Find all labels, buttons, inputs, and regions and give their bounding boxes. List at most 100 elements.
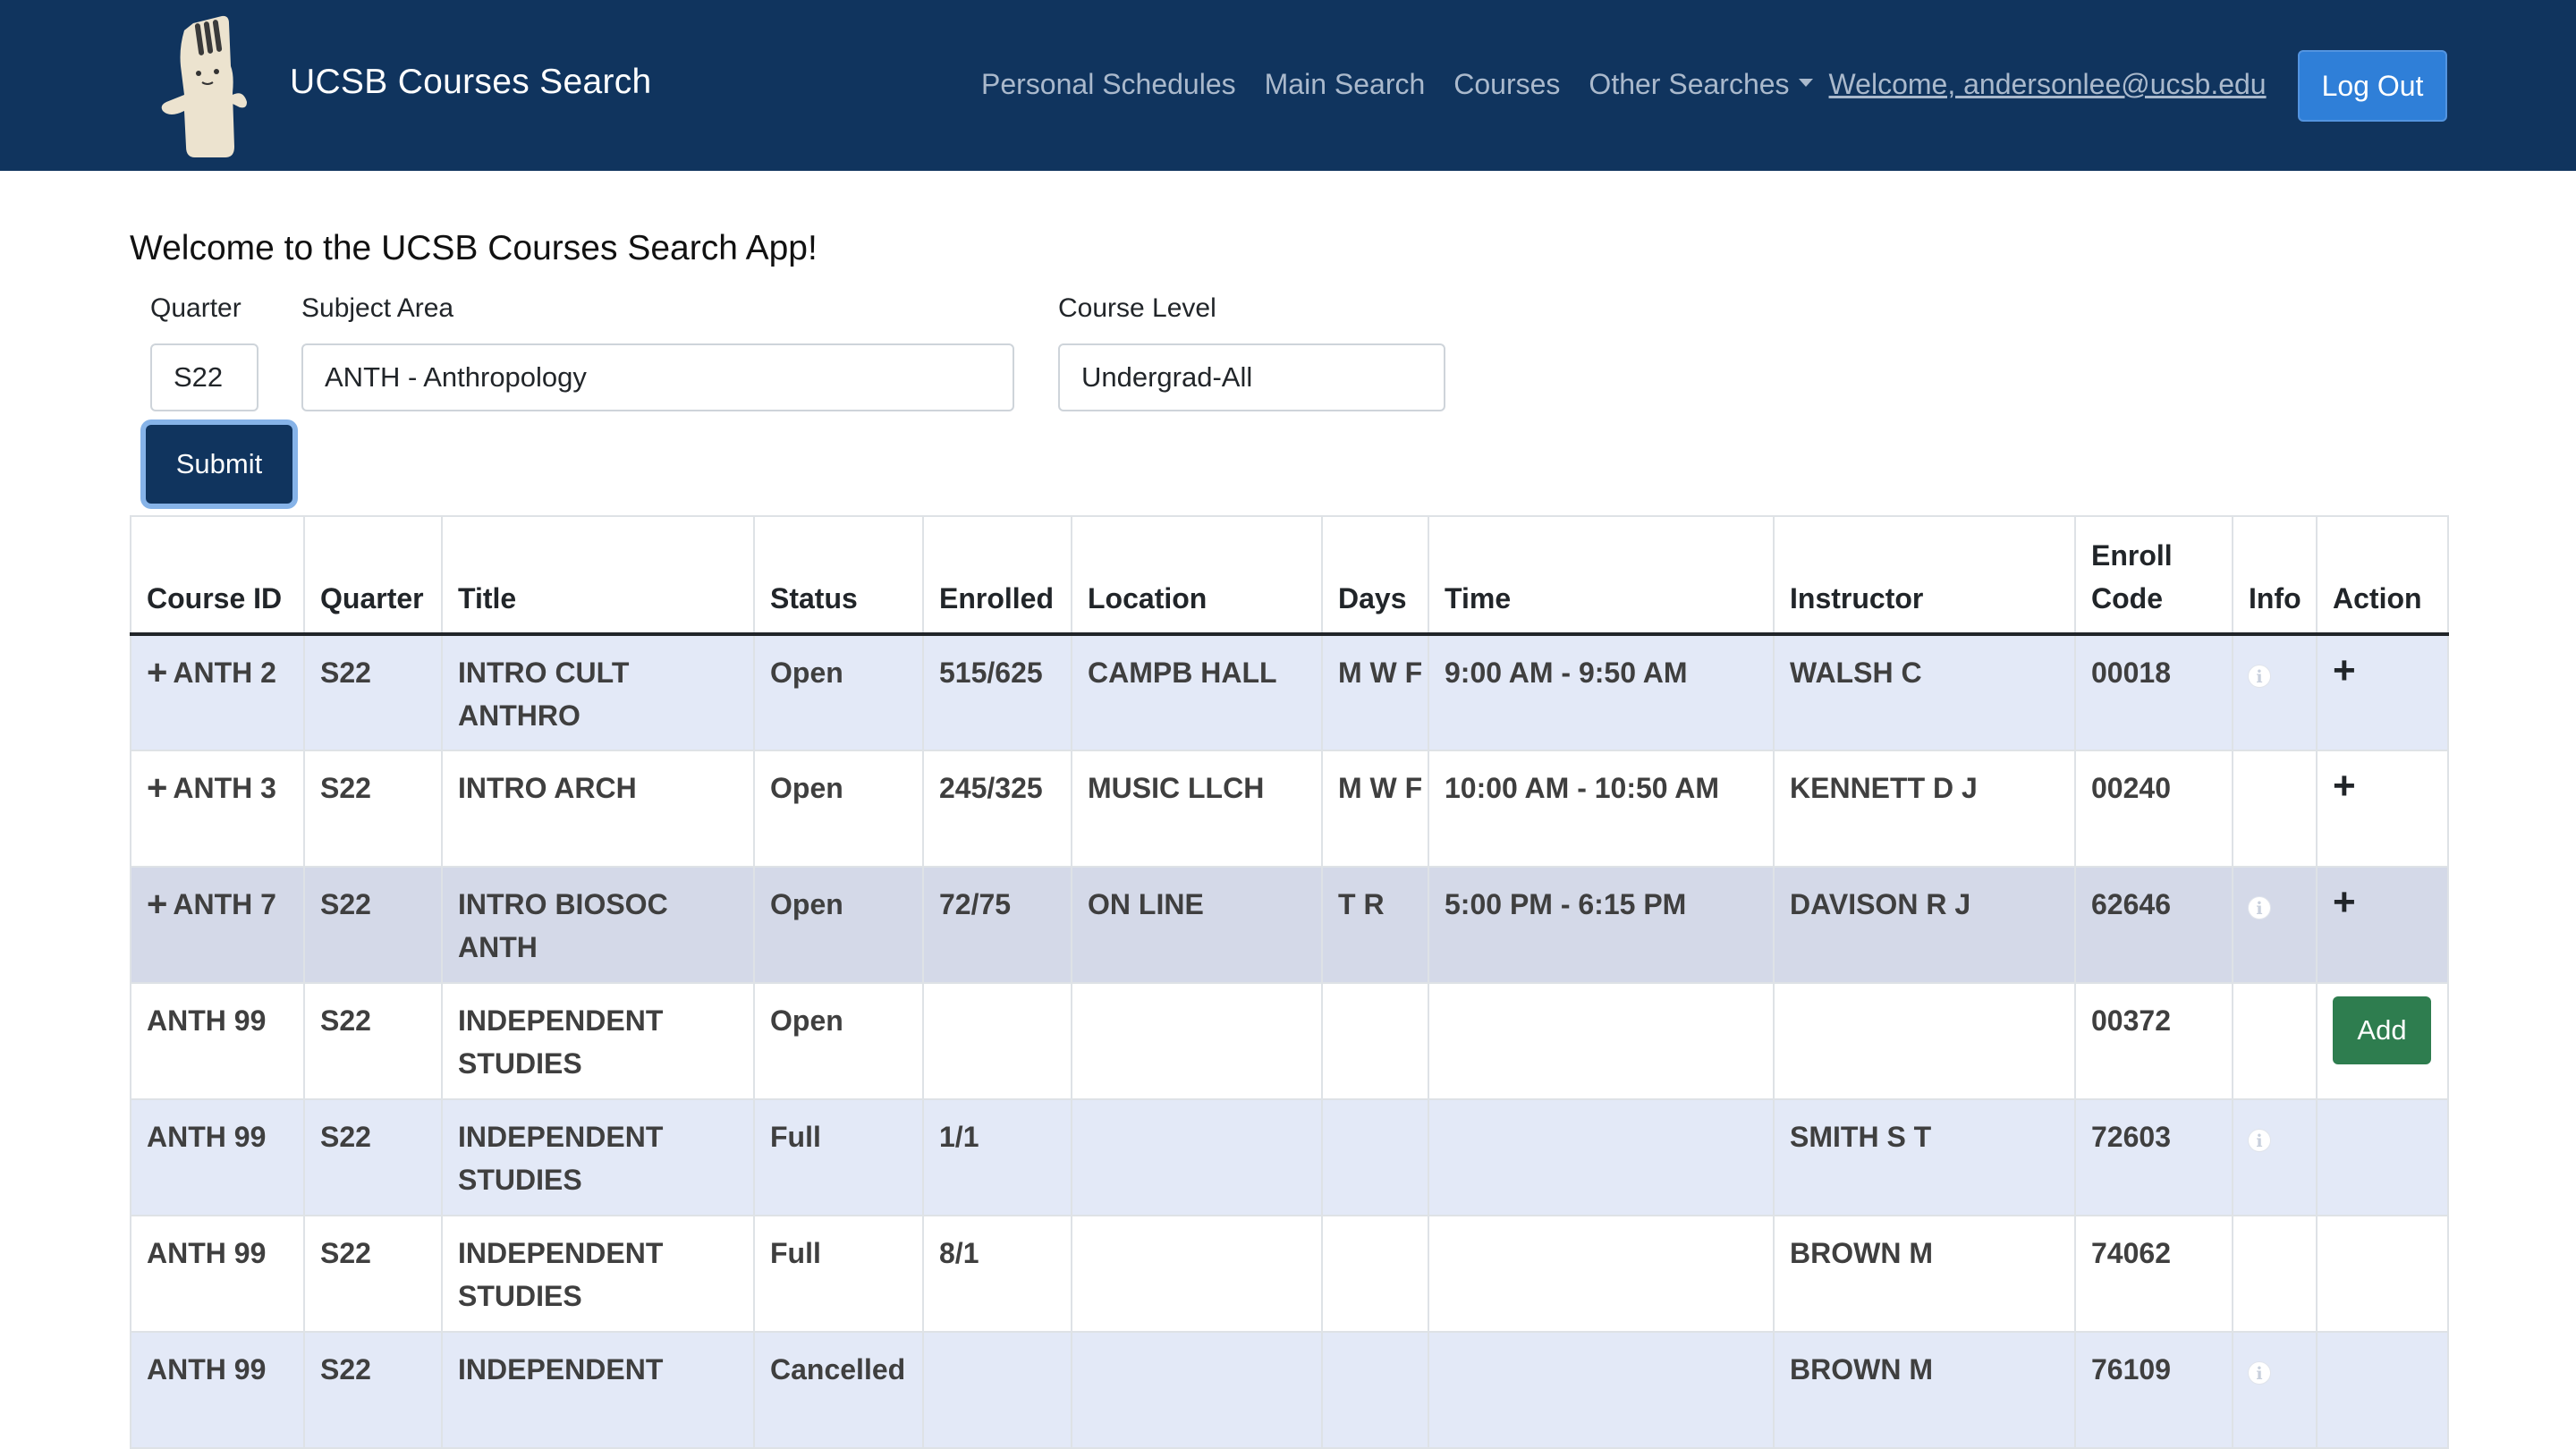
logout-button[interactable]: Log Out	[2298, 50, 2447, 122]
course-id-text: ANTH 99	[147, 1004, 267, 1037]
header-status[interactable]: Status	[753, 515, 924, 636]
cell-info: i	[2232, 866, 2318, 984]
quarter-text: S22	[320, 1004, 371, 1037]
table-row: + ANTH 3 S22 INTRO ARCH Open 245/325 MUSIC LLC…	[130, 750, 2449, 868]
table-row: ANTH 99 S22 INDEPENDENT STUDIES Open 00372 Ad…	[130, 982, 2449, 1100]
quarter-text: S22	[320, 1353, 371, 1385]
cell-title: INTRO CULT ANTHRO	[441, 633, 755, 751]
cell-status: Full	[753, 1215, 924, 1333]
nav-other-searches-dropdown[interactable]: Other Searches	[1589, 68, 1813, 101]
time-text: 10:00 AM - 10:50 AM	[1445, 772, 1720, 804]
location-text: ON LINE	[1088, 888, 1204, 920]
enrolled-text: 515/625	[939, 657, 1043, 689]
info-icon[interactable]: i	[2248, 1129, 2271, 1152]
header-days[interactable]: Days	[1321, 515, 1429, 636]
cell-course-id: ANTH 99	[130, 982, 305, 1100]
course-id-text: ANTH 2	[173, 657, 276, 689]
storke-logo-icon[interactable]	[157, 13, 249, 159]
cell-info: i	[2232, 1331, 2318, 1449]
status-text: Full	[770, 1121, 821, 1153]
cell-status: Full	[753, 1098, 924, 1216]
header-enrolled[interactable]: Enrolled	[922, 515, 1072, 636]
quarter-text: S22	[320, 1237, 371, 1269]
course-level-select[interactable]: Undergrad-All	[1058, 343, 1445, 411]
location-text: CAMPB HALL	[1088, 657, 1277, 689]
cell-days	[1321, 1331, 1429, 1449]
info-icon[interactable]: i	[2248, 1361, 2271, 1385]
cell-location: ON LINE	[1071, 866, 1323, 984]
cell-days	[1321, 1215, 1429, 1333]
cell-info: i	[2232, 633, 2318, 751]
expand-plus-icon[interactable]: +	[147, 885, 167, 924]
nav-personal-schedules[interactable]: Personal Schedules	[981, 68, 1236, 101]
title-text: INDEPENDENT STUDIES	[458, 1237, 664, 1312]
cell-course-id: ANTH 99	[130, 1215, 305, 1333]
status-text: Open	[770, 772, 843, 804]
add-plus-icon[interactable]: +	[2333, 764, 2356, 808]
add-plus-icon[interactable]: +	[2333, 648, 2356, 692]
cell-course-id: + ANTH 7	[130, 866, 305, 984]
header-instructor[interactable]: Instructor	[1773, 515, 2076, 636]
cell-enroll-code: 72603	[2074, 1098, 2233, 1216]
quarter-text: S22	[320, 888, 371, 920]
expand-plus-icon[interactable]: +	[147, 653, 167, 692]
header-course-id[interactable]: Course ID	[130, 515, 305, 636]
quarter-input[interactable]: S22	[150, 343, 258, 411]
add-plus-icon[interactable]: +	[2333, 880, 2356, 924]
cell-status: Open	[753, 750, 924, 868]
cell-enroll-code: 00018	[2074, 633, 2233, 751]
enrolled-text: 1/1	[939, 1121, 979, 1153]
header-quarter[interactable]: Quarter	[303, 515, 443, 636]
header-title[interactable]: Title	[441, 515, 755, 636]
enroll-code-text: 76109	[2091, 1353, 2171, 1385]
instructor-text: KENNETT D J	[1790, 772, 1978, 804]
course-level-label: Course Level	[1058, 293, 1216, 323]
cell-enroll-code: 76109	[2074, 1331, 2233, 1449]
quarter-label: Quarter	[150, 293, 242, 323]
subject-area-select[interactable]: ANTH - Anthropology	[301, 343, 1014, 411]
info-icon[interactable]: i	[2248, 896, 2271, 919]
cell-enroll-code: 74062	[2074, 1215, 2233, 1333]
subject-area-label: Subject Area	[301, 293, 454, 323]
days-text: T R	[1338, 888, 1385, 920]
enroll-code-text: 72603	[2091, 1121, 2171, 1153]
instructor-text: BROWN M	[1790, 1353, 1933, 1385]
nav-courses[interactable]: Courses	[1453, 68, 1560, 101]
nav-links: Personal Schedules Main Search Courses O…	[981, 68, 2267, 101]
nav-welcome-user-link[interactable]: Welcome, andersonlee@ucsb.edu	[1829, 68, 2267, 101]
title-text: INDEPENDENT	[458, 1353, 664, 1385]
brand-title[interactable]: UCSB Courses Search	[290, 63, 652, 102]
cell-location	[1071, 1215, 1323, 1333]
status-text: Open	[770, 888, 843, 920]
add-button[interactable]: Add	[2333, 996, 2431, 1064]
cell-quarter: S22	[303, 1098, 443, 1216]
cell-days	[1321, 1098, 1429, 1216]
submit-button[interactable]: Submit	[146, 425, 292, 504]
cell-action: +	[2316, 866, 2449, 984]
status-text: Open	[770, 1004, 843, 1037]
cell-quarter: S22	[303, 982, 443, 1100]
header-time[interactable]: Time	[1428, 515, 1775, 636]
header-location[interactable]: Location	[1071, 515, 1323, 636]
title-text: INTRO CULT ANTHRO	[458, 657, 630, 732]
expand-plus-icon[interactable]: +	[147, 768, 167, 808]
cell-instructor: SMITH S T	[1773, 1098, 2076, 1216]
cell-enrolled	[922, 1331, 1072, 1449]
status-text: Full	[770, 1237, 821, 1269]
caret-down-icon	[1798, 79, 1813, 87]
cell-title: INDEPENDENT STUDIES	[441, 1098, 755, 1216]
cell-enrolled: 245/325	[922, 750, 1072, 868]
instructor-text: SMITH S T	[1790, 1121, 1932, 1153]
header-enroll-code[interactable]: Enroll Code	[2074, 515, 2233, 636]
table-row: ANTH 99 S22 INDEPENDENT Cancelled BROWN M 761…	[130, 1331, 2449, 1449]
enroll-code-text: 00240	[2091, 772, 2171, 804]
course-id-text: ANTH 99	[147, 1121, 267, 1153]
cell-quarter: S22	[303, 1215, 443, 1333]
table-row: ANTH 99 S22 INDEPENDENT STUDIES Full 8/1 BROW…	[130, 1215, 2449, 1333]
cell-course-id: + ANTH 2	[130, 633, 305, 751]
time-text: 5:00 PM - 6:15 PM	[1445, 888, 1687, 920]
nav-other-searches-label: Other Searches	[1589, 68, 1790, 100]
nav-main-search[interactable]: Main Search	[1265, 68, 1426, 101]
info-icon[interactable]: i	[2248, 665, 2271, 688]
course-id-text: ANTH 3	[173, 772, 276, 804]
